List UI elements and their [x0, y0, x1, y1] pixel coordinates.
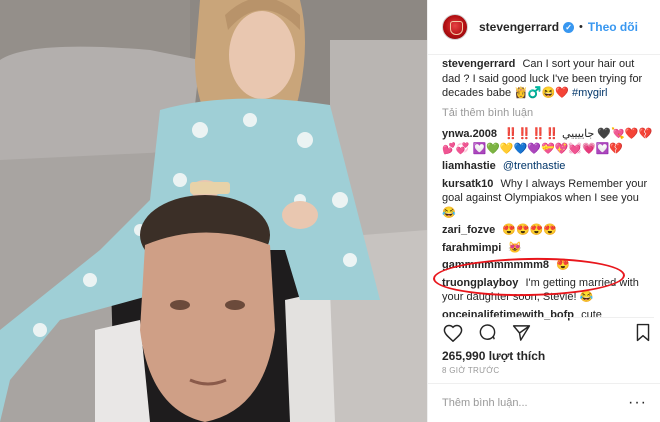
list-item: zari_fozve 😍😍😍😍: [442, 223, 654, 238]
likes-count[interactable]: 265,990 lượt thích: [442, 349, 545, 363]
verified-badge-icon: ✓: [563, 21, 575, 33]
more-options-icon[interactable]: ···: [628, 395, 647, 411]
comment-username[interactable]: ynwa.2008: [442, 128, 497, 140]
photo-illustration: [0, 0, 427, 422]
comment-emoji: 😂: [579, 291, 594, 303]
comment-username[interactable]: truongplayboy: [442, 277, 518, 289]
comment-username[interactable]: kursatk10: [442, 178, 493, 190]
header-username[interactable]: stevengerrard: [479, 20, 559, 34]
list-item: kursatk10 Why I always Remember your goa…: [442, 177, 654, 221]
follow-button[interactable]: Theo dõi: [588, 20, 638, 34]
share-icon[interactable]: [510, 322, 532, 344]
heart-icon[interactable]: [442, 322, 464, 344]
post-side-panel: stevengerrard ✓ • Theo dõi stevengerrard…: [427, 0, 660, 422]
comment-emoji: 💟💚💛💙💜💝💖💓💗💟💔: [472, 142, 624, 155]
list-item: liamhastie @trenthastie: [442, 159, 654, 174]
post-photo: [0, 0, 427, 422]
comment-emoji: 😍: [556, 259, 570, 271]
comment-list: stevengerrard Can I sort your hair out d…: [442, 57, 654, 325]
comment-username[interactable]: gammmmmmmmm8: [442, 259, 549, 271]
post-header: stevengerrard ✓ • Theo dõi: [428, 0, 660, 55]
comment-username[interactable]: liamhastie: [442, 160, 496, 172]
comment-emoji: 😂: [442, 206, 456, 219]
list-item: ynwa.2008 ‼️‼️‼️‼️ جاييييي 🖤💘❤️💔💕💞 💟💚💛💙💜…: [442, 127, 654, 156]
list-item: gammmmmmmmm8 😍: [442, 258, 654, 273]
comment-composer: ···: [428, 383, 660, 422]
separator-dot: •: [579, 21, 583, 33]
action-bar: [442, 317, 654, 344]
comment-mention[interactable]: @trenthastie: [503, 160, 566, 172]
bookmark-icon[interactable]: [632, 322, 654, 344]
load-more-comments-button[interactable]: Tải thêm bình luận: [442, 106, 654, 121]
comment-emoji: 😻: [508, 241, 523, 254]
comment-emoji: 😍😍😍😍: [502, 224, 558, 236]
caption-emoji: 👸♂️😆❤️: [514, 87, 569, 99]
post-timestamp: 8 GIỜ TRƯỚC: [442, 366, 500, 375]
caption: stevengerrard Can I sort your hair out d…: [442, 57, 654, 101]
comment-username[interactable]: farahmimpi: [442, 242, 501, 254]
list-item: truongplayboy I'm getting married with y…: [442, 276, 654, 305]
comment-username[interactable]: zari_fozve: [442, 224, 495, 236]
caption-hashtag[interactable]: #mygirl: [572, 87, 607, 99]
caption-username[interactable]: stevengerrard: [442, 58, 515, 70]
avatar[interactable]: [442, 14, 468, 40]
comment-icon[interactable]: [476, 322, 498, 344]
list-item: farahmimpi 😻: [442, 241, 654, 256]
comment-input[interactable]: [442, 397, 629, 409]
